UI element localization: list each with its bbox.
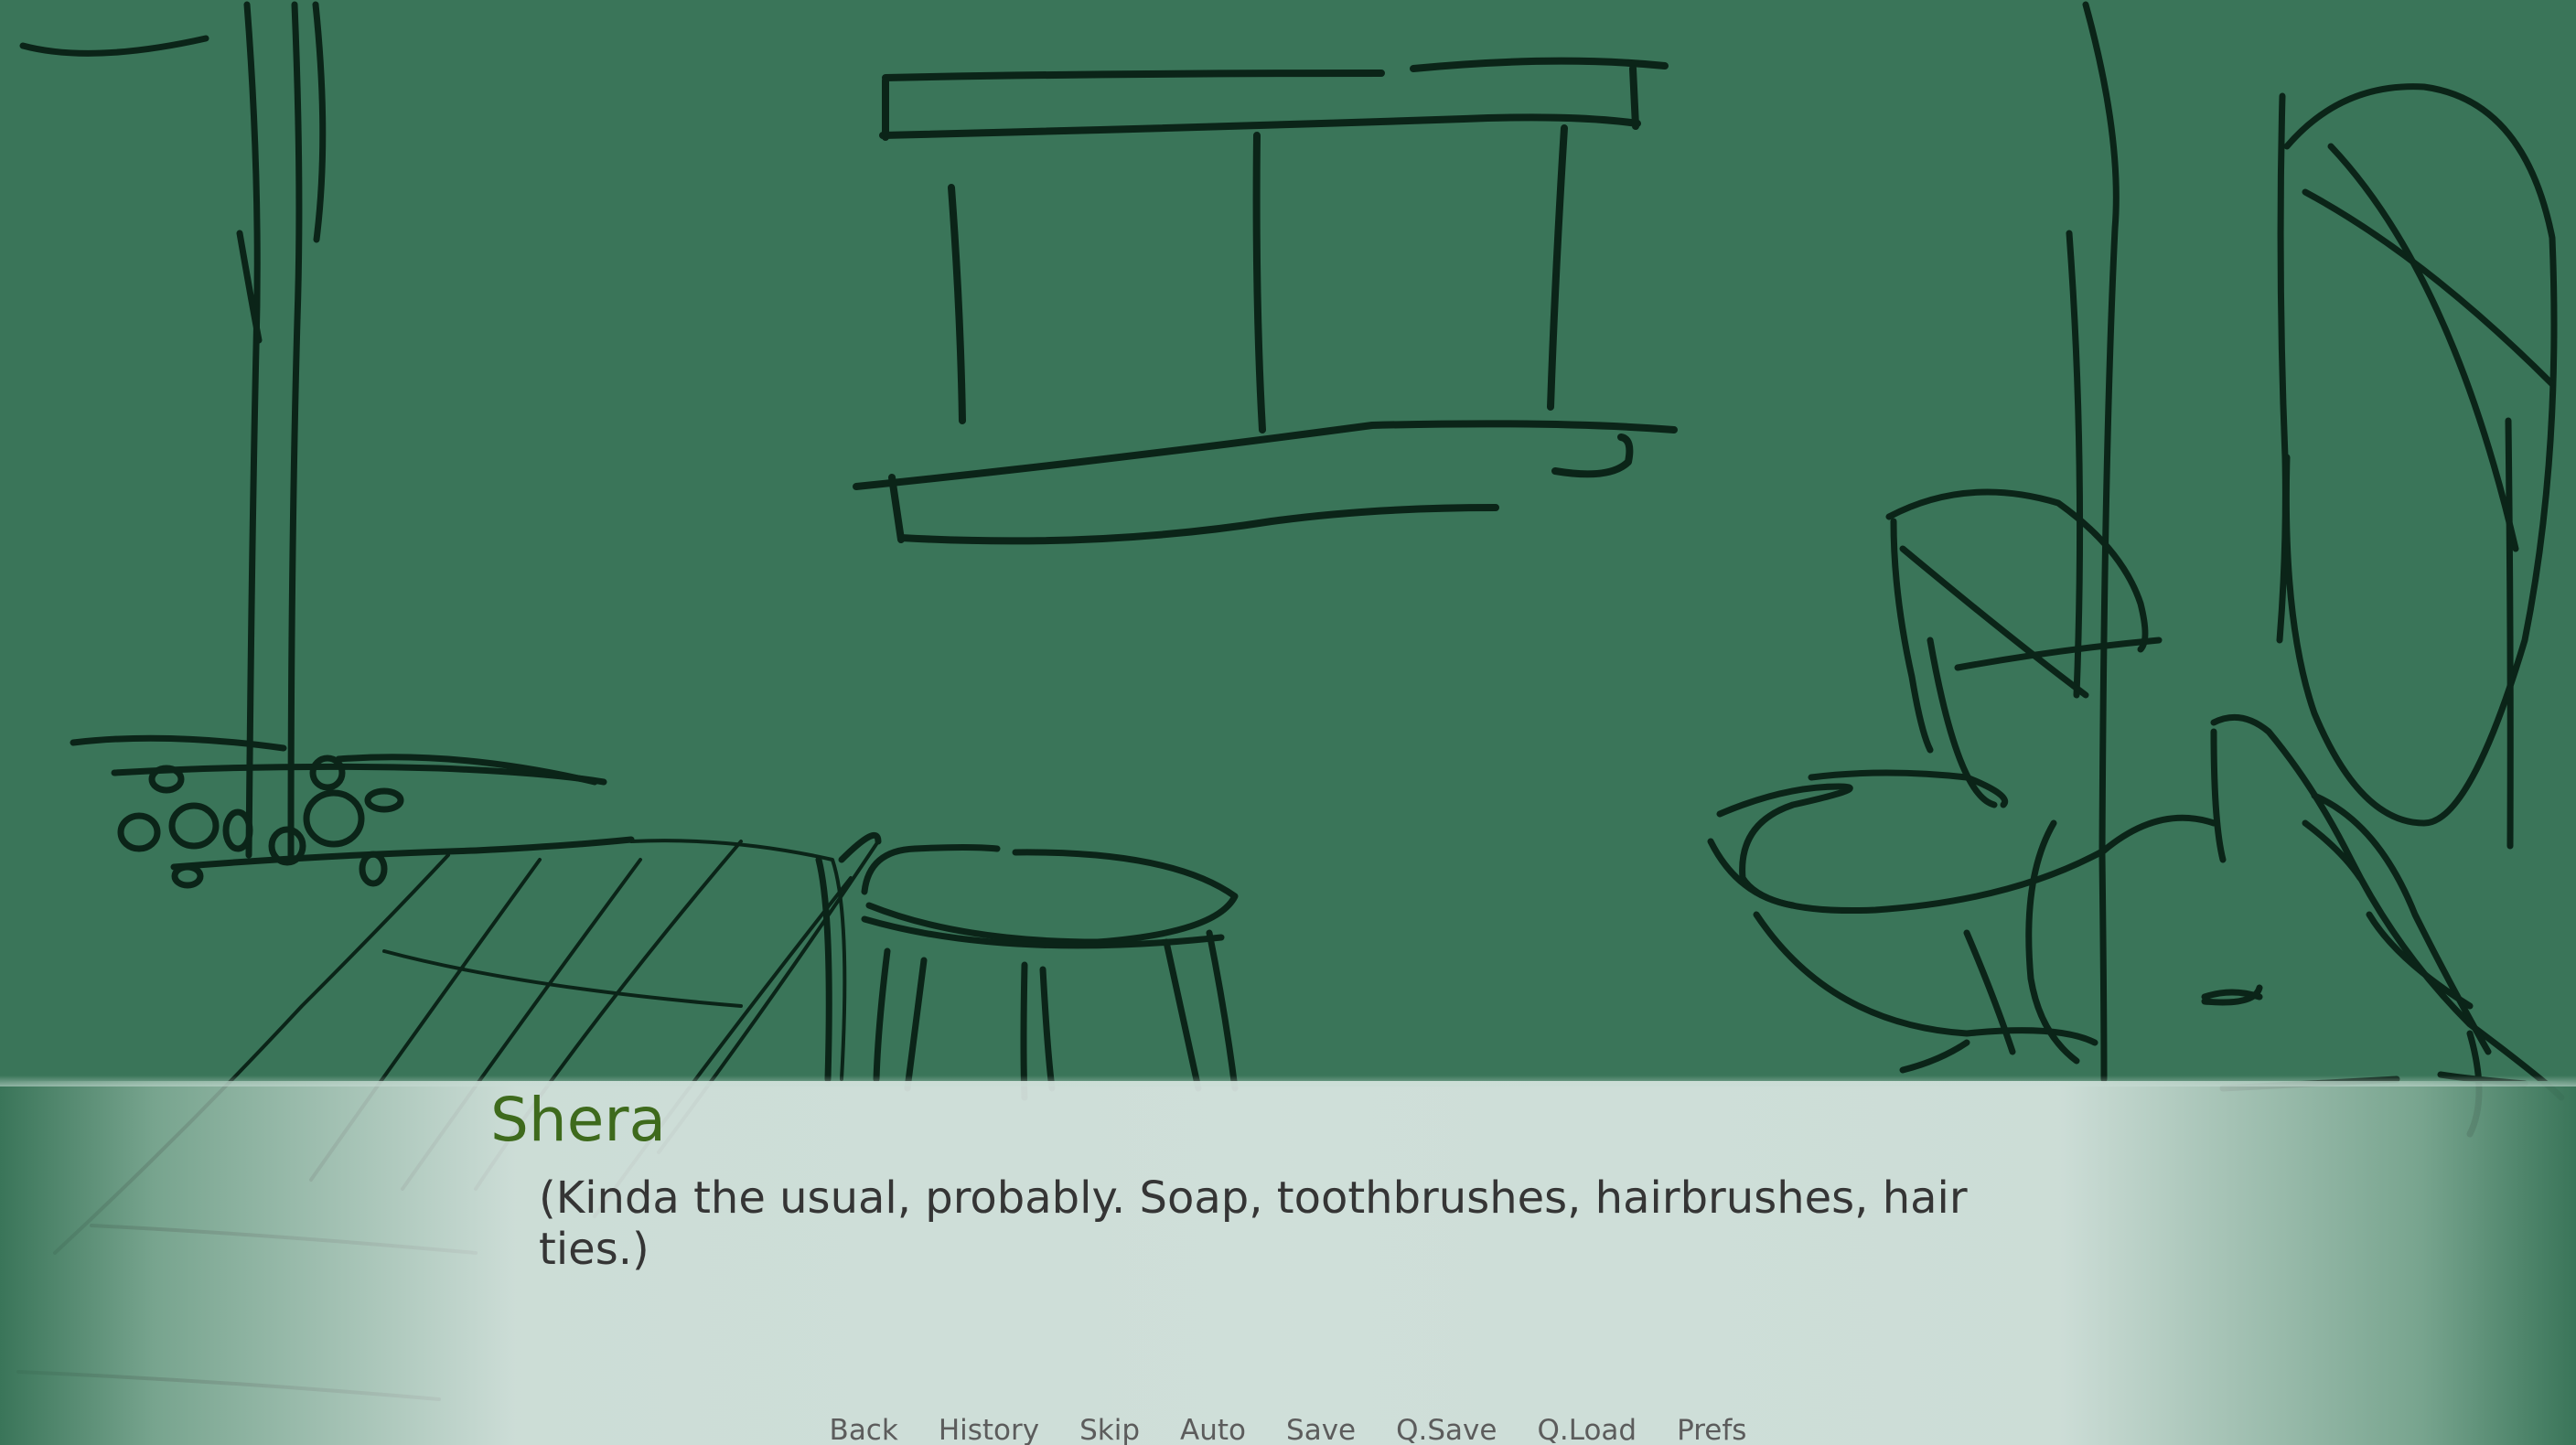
window-sketch xyxy=(853,57,1678,545)
stool-sketch xyxy=(815,831,1239,1101)
dialogue-text: (Kinda the usual, probably. Soap, toothb… xyxy=(539,1172,1968,1275)
quick-save-button[interactable]: Q.Save xyxy=(1376,1412,1517,1445)
sink-mirror-sketch xyxy=(1707,1,2565,1138)
game-screen[interactable]: Shera (Kinda the usual, probably. Soap, … xyxy=(0,0,2576,1445)
back-button[interactable]: Back xyxy=(810,1412,918,1445)
save-button[interactable]: Save xyxy=(1266,1412,1376,1445)
quick-load-button[interactable]: Q.Load xyxy=(1517,1412,1657,1445)
history-button[interactable]: History xyxy=(918,1412,1059,1445)
left-shelf-sketch xyxy=(19,1,635,889)
auto-button[interactable]: Auto xyxy=(1160,1412,1266,1445)
skip-button[interactable]: Skip xyxy=(1059,1412,1160,1445)
speaker-name: Shera xyxy=(490,1085,666,1155)
preferences-button[interactable]: Prefs xyxy=(1657,1412,1766,1445)
quick-menu: Back History Skip Auto Save Q.Save Q.Loa… xyxy=(0,1412,2576,1445)
